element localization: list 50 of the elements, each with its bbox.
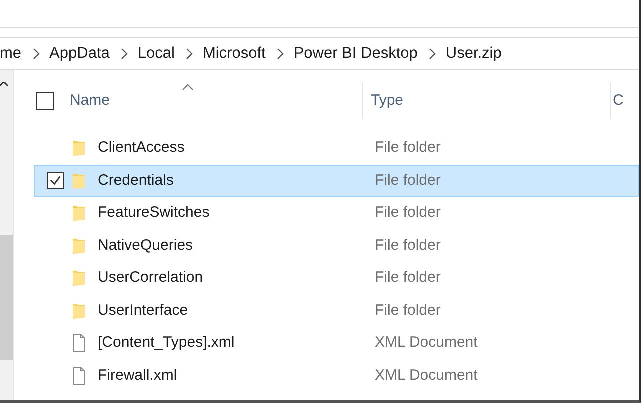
file-name: NativeQueries [97, 236, 194, 256]
scrollbar-thumb[interactable] [0, 235, 13, 360]
breadcrumb-item[interactable]: User.zip [446, 42, 502, 66]
folder-icon [72, 269, 86, 288]
file-type: File folder [375, 300, 441, 320]
breadcrumb-item[interactable]: me [0, 42, 22, 66]
chevron-icon [32, 48, 40, 60]
file-type: File folder [375, 170, 441, 190]
file-type: XML Document [375, 333, 478, 353]
file-row[interactable]: Credentials File folder [34, 164, 639, 197]
chevron-icon [276, 48, 284, 60]
select-all-checkbox[interactable] [36, 92, 54, 110]
breadcrumb-item[interactable]: Power BI Desktop [294, 42, 418, 66]
chevron-icon [120, 48, 128, 60]
breadcrumb-item[interactable]: Local [138, 42, 175, 66]
folder-icon [72, 204, 86, 222]
file-row[interactable]: UserInterface File folder [34, 294, 639, 327]
file-type: XML Document [375, 366, 478, 386]
file-row[interactable]: ClientAccess File folder [34, 132, 639, 164]
file-row[interactable]: [Content_Types].xml XML Document [34, 327, 639, 360]
breadcrumb-item[interactable]: AppData [50, 42, 110, 66]
row-checkbox[interactable] [47, 172, 64, 190]
file-type: File folder [375, 268, 441, 288]
document-icon [72, 334, 86, 352]
file-name: UserInterface [97, 300, 190, 320]
chevron-icon [428, 48, 436, 60]
file-row[interactable]: NativeQueries File folder [34, 230, 639, 262]
file-name: Firewall.xml [97, 366, 178, 386]
folder-icon [72, 139, 86, 158]
file-name: ClientAccess [97, 138, 186, 158]
document-icon [72, 366, 86, 385]
file-type: File folder [375, 203, 441, 223]
file-name: UserCorrelation [97, 268, 204, 288]
file-name: FeatureSwitches [97, 203, 211, 223]
sort-caret-icon [182, 84, 194, 91]
file-name: Credentials [97, 170, 175, 190]
file-row[interactable]: Firewall.xml XML Document [34, 360, 639, 392]
column-header[interactable]: Type [363, 83, 611, 119]
column-header[interactable]: Name [54, 83, 363, 119]
chevron-icon [184, 48, 193, 60]
breadcrumb-item[interactable]: Microsoft [202, 42, 266, 66]
file-row[interactable]: UserCorrelation File folder [34, 262, 639, 294]
column-header[interactable]: C [611, 83, 625, 119]
file-type: File folder [375, 236, 441, 256]
file-name: [Content_Types].xml [97, 333, 236, 353]
file-type: File folder [375, 138, 441, 158]
file-row[interactable]: FeatureSwitches File folder [34, 197, 639, 230]
folder-icon [72, 302, 86, 320]
folder-icon [72, 172, 86, 190]
folder-icon [72, 236, 86, 255]
